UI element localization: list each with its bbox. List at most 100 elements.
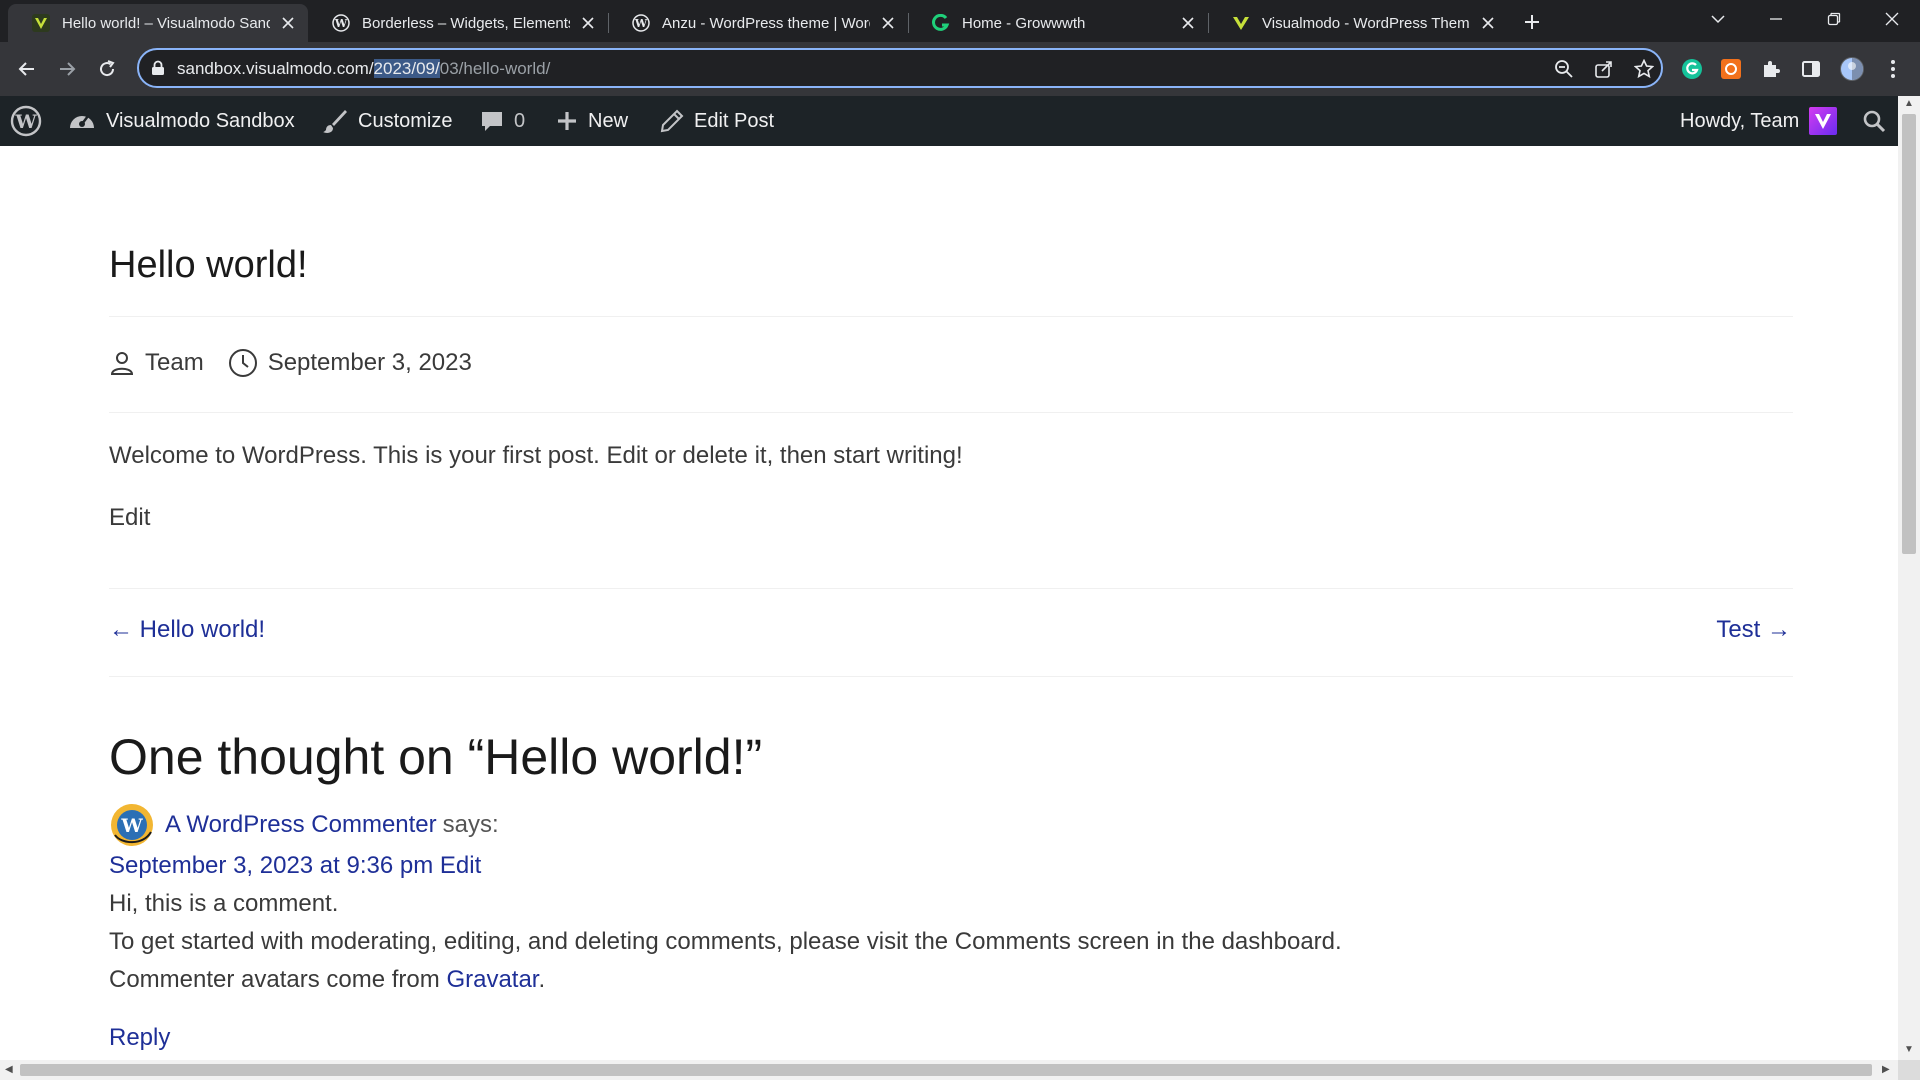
next-post-link[interactable]: Test → xyxy=(1716,616,1791,644)
comment-text-line: To get started with moderating, editing,… xyxy=(109,928,1342,955)
wordpress-icon: W xyxy=(10,105,42,137)
grammarly-extension-icon[interactable] xyxy=(1679,56,1705,82)
tab-title: Visualmodo - WordPress Themes xyxy=(1262,14,1470,32)
vertical-scrollbar[interactable]: ▲ ▼ xyxy=(1898,96,1920,1060)
new-tab-button[interactable] xyxy=(1518,8,1546,36)
close-icon[interactable] xyxy=(278,13,298,33)
divider xyxy=(109,316,1793,317)
close-icon[interactable] xyxy=(1478,13,1498,33)
profile-avatar-icon[interactable] xyxy=(1839,56,1865,82)
restore-button[interactable] xyxy=(1806,0,1862,38)
comments-count: 0 xyxy=(514,109,526,132)
comment-edit-link[interactable]: Edit xyxy=(440,852,481,879)
chevron-down-icon xyxy=(1711,15,1725,24)
tab-borderless[interactable]: W Borderless – Widgets, Elements, Templa… xyxy=(308,4,608,42)
svg-text:W: W xyxy=(634,17,648,30)
browser-menu-kebab-icon[interactable] xyxy=(1880,56,1906,82)
my-account-menu[interactable]: Howdy, Team xyxy=(1680,96,1838,146)
scroll-right-arrow-icon[interactable]: ▶ xyxy=(1882,1064,1890,1075)
new-label: New xyxy=(588,109,629,132)
post-author[interactable]: Team xyxy=(145,349,204,377)
browser-toolbar: sandbox.visualmodo.com/2023/09/03/hello-… xyxy=(0,42,1920,96)
tab-growwwth[interactable]: Home - Growwwth xyxy=(908,4,1208,42)
scroll-left-arrow-icon[interactable]: ◀ xyxy=(5,1064,13,1075)
svg-text:W: W xyxy=(120,815,143,837)
divider xyxy=(109,588,1793,589)
post-body: Welcome to WordPress. This is your first… xyxy=(109,442,963,469)
tab-search-button[interactable] xyxy=(1690,0,1746,38)
customize-label: Customize xyxy=(358,109,453,132)
paintbrush-icon xyxy=(323,110,347,133)
restore-icon xyxy=(1827,12,1841,26)
close-window-button[interactable] xyxy=(1864,0,1920,38)
close-icon[interactable] xyxy=(878,13,898,33)
lock-icon[interactable] xyxy=(151,60,165,81)
browser-tab-strip: Hello world! – Visualmodo Sandbox W Bord… xyxy=(0,0,1920,42)
comment-author: W A WordPress Commenter says: xyxy=(109,802,499,848)
post-date[interactable]: September 3, 2023 xyxy=(268,349,472,377)
reload-button[interactable] xyxy=(92,54,122,84)
url-text[interactable]: sandbox.visualmodo.com/2023/09/03/hello-… xyxy=(177,59,550,79)
arrow-right-icon xyxy=(60,62,76,76)
user-icon xyxy=(110,352,134,375)
zoom-icon[interactable] xyxy=(1553,58,1575,80)
svg-text:W: W xyxy=(14,111,37,133)
close-icon[interactable] xyxy=(578,13,598,33)
url-host: sandbox.visualmodo.com/ xyxy=(177,59,374,78)
gravatar-link[interactable]: Gravatar xyxy=(446,966,538,993)
wp-logo-menu[interactable]: W xyxy=(10,96,52,146)
side-panel-icon[interactable] xyxy=(1798,56,1824,82)
tab-visualmodo[interactable]: Visualmodo - WordPress Themes xyxy=(1208,4,1508,42)
horizontal-scrollbar[interactable]: ◀ ▶ xyxy=(0,1060,1898,1080)
tab-anzu[interactable]: W Anzu - WordPress theme | WordPress.org xyxy=(608,4,908,42)
user-avatar-icon xyxy=(1809,107,1838,135)
admin-search-button[interactable] xyxy=(1862,96,1896,146)
vertical-scroll-thumb[interactable] xyxy=(1902,114,1916,554)
svg-text:W: W xyxy=(334,17,348,30)
comment-reply-link[interactable]: Reply xyxy=(109,1024,170,1052)
previous-post-link[interactable]: ← Hello world! xyxy=(109,616,265,644)
extensions-puzzle-icon[interactable] xyxy=(1758,56,1784,82)
url-path: 03/hello-world/ xyxy=(439,59,551,78)
url-selection: 2023/09/ xyxy=(373,59,440,78)
close-icon[interactable] xyxy=(1178,13,1198,33)
divider xyxy=(109,676,1793,677)
bookmark-star-icon[interactable] xyxy=(1633,58,1655,80)
scroll-down-arrow-icon[interactable]: ▼ xyxy=(1904,1044,1914,1055)
comment-text-suffix: . xyxy=(538,966,546,993)
address-bar[interactable]: sandbox.visualmodo.com/2023/09/03/hello-… xyxy=(137,48,1663,88)
orange-extension-icon[interactable] xyxy=(1718,56,1744,82)
post-edit-link[interactable]: Edit xyxy=(109,504,150,532)
post-title: Hello world! xyxy=(109,244,308,286)
growwwth-g-icon xyxy=(932,14,950,32)
site-name-menu[interactable]: Visualmodo Sandbox xyxy=(68,96,295,146)
tab-hello-world[interactable]: Hello world! – Visualmodo Sandbox xyxy=(8,4,308,42)
comment-bubble-icon xyxy=(482,112,502,131)
share-icon[interactable] xyxy=(1593,58,1615,80)
clock-icon xyxy=(228,349,257,377)
visualmodo-v-icon xyxy=(1232,14,1250,32)
page-content: Hello world! Team September 3, 2023 Welc… xyxy=(0,146,1898,1060)
new-content-menu[interactable]: New xyxy=(556,96,628,146)
visualmodo-v-icon xyxy=(32,14,50,32)
wordpress-icon: W xyxy=(632,14,650,32)
back-button[interactable] xyxy=(12,54,42,84)
scroll-up-arrow-icon[interactable]: ▲ xyxy=(1904,98,1914,109)
comments-link[interactable]: 0 xyxy=(480,96,525,146)
tab-title: Home - Growwwth xyxy=(962,14,1086,32)
comment-says: says: xyxy=(442,811,499,838)
comment-date-link[interactable]: September 3, 2023 at 9:36 pm xyxy=(109,852,433,879)
site-name: Visualmodo Sandbox xyxy=(106,109,295,132)
comment-author-link[interactable]: A WordPress Commenter xyxy=(165,811,437,839)
customize-link[interactable]: Customize xyxy=(322,96,452,146)
plus-icon xyxy=(558,112,576,130)
edit-post-link[interactable]: Edit Post xyxy=(660,96,774,146)
wordpress-icon: W xyxy=(332,14,350,32)
tab-title: Hello world! – Visualmodo Sandbox xyxy=(62,14,270,32)
forward-button[interactable] xyxy=(52,54,82,84)
tab-title: Borderless – Widgets, Elements, Template… xyxy=(362,14,570,32)
arrow-left-icon xyxy=(18,62,34,76)
minimize-button[interactable] xyxy=(1748,0,1804,38)
comments-title: One thought on “Hello world!” xyxy=(109,729,763,785)
horizontal-scroll-thumb[interactable] xyxy=(20,1064,1872,1076)
